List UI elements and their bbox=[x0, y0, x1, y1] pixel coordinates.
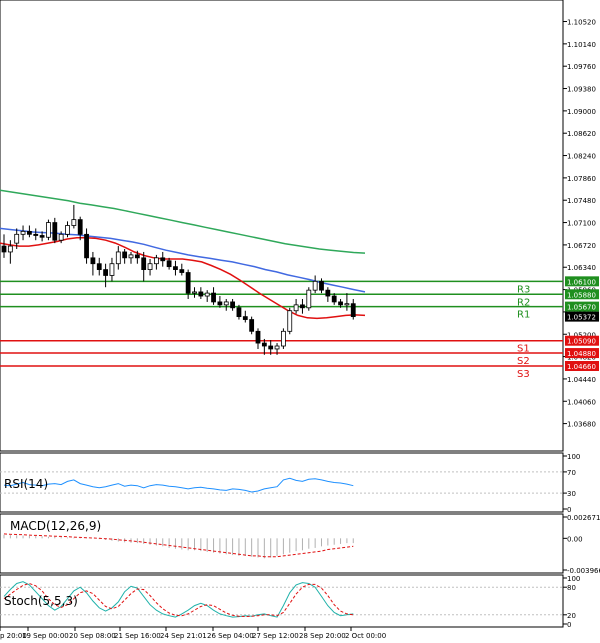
candle bbox=[46, 219, 51, 241]
level-price-label: 1.05090 bbox=[567, 338, 596, 346]
price-tick-label: 1.06720 bbox=[567, 242, 596, 250]
price-tick-label: 1.10520 bbox=[567, 19, 596, 27]
level-name-s1: S1 bbox=[517, 344, 530, 355]
rsi-tick-label: 100 bbox=[567, 453, 580, 461]
macd-tick-label: -0.003966 bbox=[567, 567, 600, 575]
macd-panel: 0.002671 0.00 -0.003966 MACD(12,26,9) bbox=[0, 513, 600, 575]
time-tick-label: 28 Sep 20:00 bbox=[299, 632, 346, 640]
level-name-s2: S2 bbox=[517, 356, 530, 367]
price-tick-label: 1.04060 bbox=[567, 398, 596, 406]
level-name-r1: R1 bbox=[517, 310, 530, 321]
candle bbox=[306, 287, 312, 311]
stoch-panel: 10080 200 Stoch(5,5,3) bbox=[0, 574, 580, 629]
candle bbox=[287, 307, 293, 335]
rsi-tick-label: 70 bbox=[567, 469, 576, 477]
price-tick-label: 1.07860 bbox=[567, 175, 596, 183]
time-tick-label: 27 Sep 12:00 bbox=[252, 632, 299, 640]
rsi-panel: 100 70 30 0 RSI(14) bbox=[0, 452, 580, 514]
stoch-tick-label: 80 bbox=[567, 584, 576, 592]
time-tick-label: 2 Oct 00:00 bbox=[345, 632, 386, 640]
level-price-label: 1.04880 bbox=[567, 350, 596, 358]
price-panel: 1.10520 1.10140 1.09760 1.09380 1.09000 1.086… bbox=[0, 0, 599, 452]
stoch-tick-label: 0 bbox=[567, 621, 571, 629]
macd-tick-label: 0.002671 bbox=[567, 514, 600, 522]
price-tick-label: 1.07480 bbox=[567, 197, 596, 205]
time-axis: p 20:0019 Sep 00:00 20 Sep 08:0021 Sep 16… bbox=[0, 626, 563, 640]
price-tick-label: 1.06340 bbox=[567, 264, 596, 272]
price-tick-label: 1.08620 bbox=[567, 130, 596, 138]
level-name-r3: R3 bbox=[517, 284, 530, 295]
level-price-label: 1.05670 bbox=[567, 304, 596, 312]
price-tick-label: 1.08240 bbox=[567, 153, 596, 161]
price-tick-label: 1.07100 bbox=[567, 220, 596, 228]
stoch-tick-label: 100 bbox=[567, 575, 580, 583]
price-tick-label: 1.03680 bbox=[567, 421, 596, 429]
price-tick-label: 1.04440 bbox=[567, 376, 596, 384]
time-tick-label: 26 Sep 04:00 bbox=[207, 632, 254, 640]
level-name-s3: S3 bbox=[517, 369, 530, 380]
time-tick-label: 21 Sep 16:00 bbox=[114, 632, 161, 640]
time-tick-label: 20 Sep 08:00 bbox=[69, 632, 116, 640]
price-tick-label: 1.09760 bbox=[567, 63, 596, 71]
price-tick-label: 1.09000 bbox=[567, 108, 596, 116]
candle bbox=[249, 316, 255, 335]
rsi-title: RSI(14) bbox=[4, 477, 48, 491]
rsi-tick-label: 0 bbox=[567, 506, 571, 514]
level-price-label: 1.04660 bbox=[567, 363, 596, 371]
level-name-r2: R2 bbox=[517, 297, 530, 308]
chart: 1.10520 1.10140 1.09760 1.09380 1.09000 1.086… bbox=[0, 0, 600, 640]
time-tick-label: 19 Sep 00:00 bbox=[22, 632, 69, 640]
stoch-tick-label: 20 bbox=[567, 612, 576, 620]
price-tick-label: 1.09380 bbox=[567, 86, 596, 94]
level-price-label: 1.06100 bbox=[567, 278, 596, 286]
stoch-title: Stoch(5,5,3) bbox=[4, 594, 78, 608]
current-price-label: 1.05372 bbox=[567, 314, 596, 322]
level-price-label: 1.05880 bbox=[567, 291, 596, 299]
price-tick-label: 1.10140 bbox=[567, 41, 596, 49]
macd-title: MACD(12,26,9) bbox=[10, 519, 101, 533]
macd-tick-label: 0.00 bbox=[567, 535, 583, 543]
candle bbox=[280, 328, 286, 349]
rsi-tick-label: 30 bbox=[567, 490, 576, 498]
time-tick-label: 24 Sep 21:01 bbox=[160, 632, 207, 640]
